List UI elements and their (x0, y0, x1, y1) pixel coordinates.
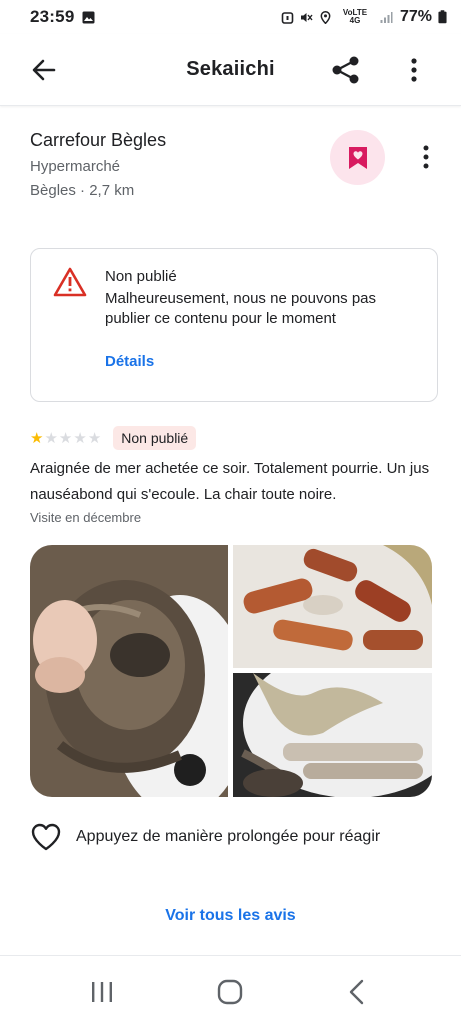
location-icon (320, 10, 331, 24)
warning-icon (53, 267, 87, 297)
place-location-distance: Bègles · 2,7 km (30, 182, 135, 199)
notice-body: Malheureusement, nous ne pouvons pas pub… (105, 290, 377, 327)
status-badge: Non publié (113, 426, 197, 450)
battery-icon (438, 10, 447, 24)
app-bar: Sekaiichi (0, 34, 461, 106)
review-photo[interactable] (233, 673, 432, 797)
reaction-label: Appuyez de manière prolongée pour réagir (76, 828, 381, 845)
status-bar: 23:59 VoLTE 4G 77% (0, 0, 461, 34)
review-photos (30, 545, 432, 797)
bookmark-heart-icon (348, 146, 367, 169)
gallery-notification-icon (82, 11, 95, 23)
review-rating-row: ★ ★ ★ ★ ★ Non publié (30, 426, 197, 450)
review-text: Araignée de mer achetée ce soir. Totalem… (30, 460, 430, 503)
star-empty-icon: ★ (44, 430, 58, 447)
page-title: Sekaiichi (186, 58, 275, 80)
reaction-row[interactable]: Appuyez de manière prolongée pour réagir (30, 822, 380, 852)
star-filled-icon: ★ (30, 430, 44, 447)
save-place-button[interactable] (330, 130, 385, 185)
star-empty-icon: ★ (87, 430, 102, 447)
alarm-icon (281, 11, 294, 24)
details-link[interactable]: Détails (105, 353, 154, 370)
notice-title: Non publié (105, 268, 177, 285)
star-empty-icon: ★ (58, 430, 73, 447)
share-icon[interactable] (330, 54, 362, 86)
back-nav-icon[interactable] (342, 978, 374, 1006)
more-options-icon[interactable] (402, 54, 426, 86)
star-rating: ★ ★ ★ ★ ★ (30, 429, 101, 447)
review-photo[interactable] (30, 545, 228, 797)
place-more-options-icon[interactable] (414, 142, 438, 172)
review-photo[interactable] (233, 545, 432, 668)
not-published-notice: Non publié Malheureusement, nous ne pouv… (30, 248, 438, 402)
system-navigation-bar (0, 955, 461, 1024)
recent-apps-icon[interactable] (86, 978, 118, 1006)
star-empty-icon: ★ (73, 430, 87, 447)
signal-icon (380, 11, 393, 23)
see-all-reviews-link[interactable]: Voir tous les avis (0, 907, 461, 925)
visit-date: Visite en décembre (30, 510, 142, 525)
mute-icon (300, 12, 313, 22)
battery-percent: 77% (399, 8, 432, 25)
network-label: VoLTE 4G (342, 8, 368, 25)
heart-icon[interactable] (30, 822, 62, 852)
status-time: 23:59 (30, 7, 75, 26)
home-icon[interactable] (214, 978, 246, 1006)
